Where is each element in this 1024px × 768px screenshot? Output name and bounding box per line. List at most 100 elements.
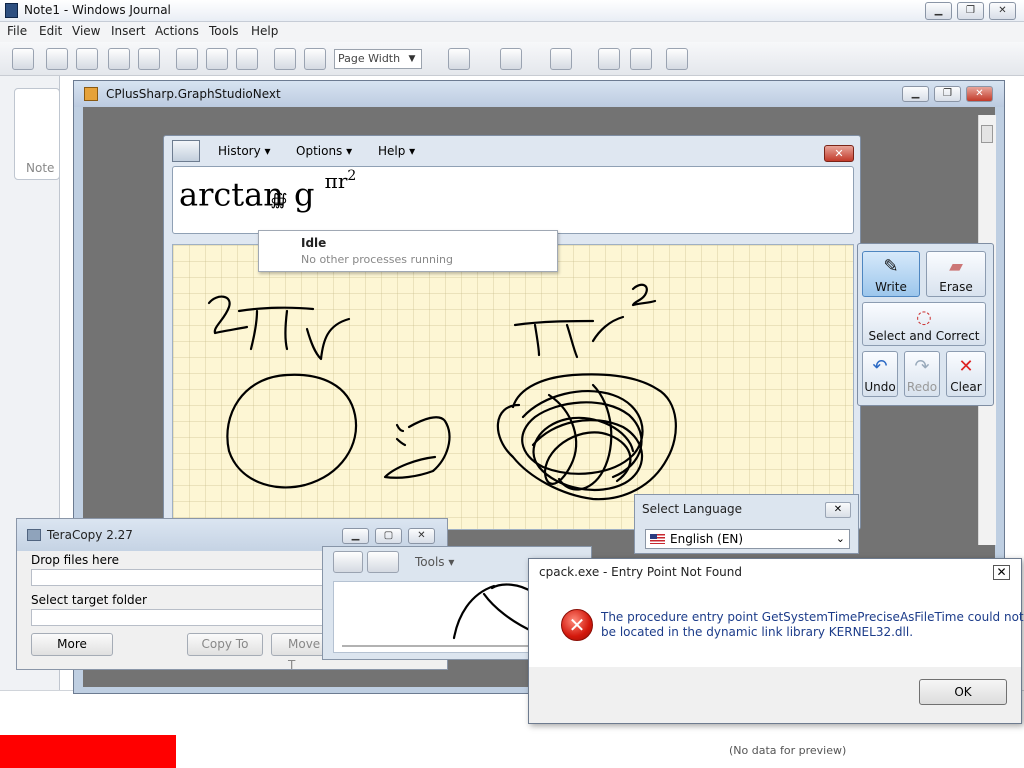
formula-sup-base: πr [324, 169, 348, 193]
menu-edit[interactable]: Edit [39, 24, 62, 38]
close-button[interactable]: ✕ [989, 2, 1016, 20]
erase-label: Erase [939, 280, 973, 294]
teracopy-maximize-button[interactable]: ▢ [375, 528, 402, 544]
error-dialog-title: cpack.exe - Entry Point Not Found [539, 565, 743, 579]
preview-empty-text: (No data for preview) [729, 744, 847, 757]
red-panel [0, 735, 176, 768]
status-popup: Idle No other processes running [258, 230, 558, 272]
menu-options[interactable]: Options ▾ [296, 144, 352, 158]
clear-x-icon: ✕ [958, 356, 974, 377]
select-correct-label: Select and Correct [868, 329, 980, 343]
formula-text: arctan g πr2 ∰ [179, 168, 356, 214]
pen-tools-menu[interactable]: Tools ▾ [415, 555, 454, 569]
menu-view[interactable]: View [72, 24, 100, 38]
journal-titlebar: Note1 - Windows Journal ▁ ❐ ✕ [0, 0, 1024, 22]
cut-icon[interactable] [176, 48, 198, 70]
undo-label: Undo [864, 380, 896, 394]
keyboard-icon[interactable] [367, 551, 399, 573]
formula-preview: arctan g πr2 ∰ [172, 166, 854, 234]
zoom-select-value: Page Width [338, 52, 401, 65]
error-message-line1: The procedure entry point GetSystemTimeP… [601, 610, 1024, 624]
menu-file[interactable]: File [7, 24, 27, 38]
formula-subscript: ∰ [270, 189, 288, 209]
erase-button[interactable]: ▰ Erase [926, 251, 986, 297]
graphstudio-icon [84, 87, 98, 101]
journal-scroll-thumb[interactable] [981, 125, 993, 143]
paste-icon[interactable] [236, 48, 258, 70]
eraser-icon[interactable] [550, 48, 572, 70]
handwriting-strokes [207, 283, 677, 501]
handwriting-pad-icon[interactable] [333, 551, 363, 573]
error-icon: ✕ [561, 609, 593, 641]
graphstudio-minimize-button[interactable]: ▁ [902, 86, 929, 102]
journal-app-icon [5, 3, 18, 18]
more-button[interactable]: More [31, 633, 113, 656]
error-dialog: cpack.exe - Entry Point Not Found ✕ ✕ Th… [528, 558, 1024, 724]
pen-icon[interactable] [448, 48, 470, 70]
undo-button[interactable]: ↶ Undo [862, 351, 898, 397]
chevron-down-icon: ▼ [408, 54, 416, 64]
formula-sup-exponent: 2 [347, 168, 357, 184]
math-input-panel: History ▾ Options ▾ Help ▾ ✕ arctan g πr… [163, 135, 861, 530]
graphstudio-close-button[interactable]: ✕ [966, 86, 993, 102]
handwriting-area[interactable] [172, 244, 854, 530]
formula-main: arctan g [179, 175, 315, 214]
note-thumbnail-label: Note [26, 161, 55, 175]
write-button[interactable]: ✎ Write [862, 251, 920, 297]
write-label: Write [875, 280, 907, 294]
redo-arrow-icon: ↷ [914, 356, 930, 377]
teracopy-close-button[interactable]: ✕ [408, 528, 435, 544]
clear-button[interactable]: ✕ Clear [946, 351, 986, 397]
math-tools-panel: ✎ Write ▰ Erase ◌ Select and Correct ↶ U… [857, 243, 994, 406]
lasso-icon[interactable] [598, 48, 620, 70]
menu-help[interactable]: Help [251, 24, 278, 38]
redo-button[interactable]: ↷ Redo [904, 351, 940, 397]
zoom-select[interactable]: Page Width ▼ [334, 49, 422, 69]
lasso-icon: ◌ [916, 307, 932, 328]
save-icon[interactable] [76, 48, 98, 70]
language-select[interactable]: English (EN) ⌄ [645, 529, 850, 549]
find-icon[interactable] [138, 48, 160, 70]
ok-button[interactable]: OK [919, 679, 1007, 705]
journal-toolbar: Page Width ▼ [0, 42, 1024, 76]
redo-label: Redo [906, 380, 938, 394]
insert-space-icon[interactable] [630, 48, 652, 70]
minimize-button[interactable]: ▁ [925, 2, 952, 20]
target-folder-label: Select target folder [31, 593, 147, 607]
restore-button[interactable]: ❐ [957, 2, 984, 20]
copy-to-button[interactable]: Copy To [187, 633, 263, 656]
undo-icon[interactable] [274, 48, 296, 70]
new-note-icon[interactable] [12, 48, 34, 70]
teracopy-title: TeraCopy 2.27 [47, 528, 133, 542]
menu-help-math[interactable]: Help ▾ [378, 144, 415, 158]
target-folder-field[interactable] [31, 609, 331, 626]
graphstudio-title: CPlusSharp.GraphStudioNext [106, 87, 281, 101]
menu-insert[interactable]: Insert [111, 24, 145, 38]
redo-icon[interactable] [304, 48, 326, 70]
graphstudio-titlebar: CPlusSharp.GraphStudioNext ▁ ❐ ✕ [74, 81, 1004, 107]
select-language-close-button[interactable]: ✕ [825, 502, 851, 518]
flag-icon[interactable] [666, 48, 688, 70]
highlighter-icon[interactable] [500, 48, 522, 70]
send-icon[interactable] [108, 48, 130, 70]
language-select-value: English (EN) [670, 532, 744, 546]
status-popup-title: Idle [301, 236, 327, 250]
teracopy-icon [27, 529, 41, 541]
select-language-title: Select Language [642, 502, 743, 516]
math-input-close-button[interactable]: ✕ [824, 145, 854, 162]
error-dialog-titlebar: cpack.exe - Entry Point Not Found ✕ [529, 559, 1021, 587]
select-and-correct-button[interactable]: ◌ Select and Correct [862, 302, 986, 346]
graphstudio-maximize-button[interactable]: ❐ [934, 86, 961, 102]
menu-actions[interactable]: Actions [155, 24, 199, 38]
drop-files-field[interactable] [31, 569, 331, 586]
formula-superscript: πr2 [324, 168, 357, 193]
teracopy-minimize-button[interactable]: ▁ [342, 528, 369, 544]
open-icon[interactable] [46, 48, 68, 70]
chevron-down-icon: ⌄ [835, 532, 845, 545]
menu-history[interactable]: History ▾ [218, 144, 271, 158]
copy-icon[interactable] [206, 48, 228, 70]
journal-title: Note1 - Windows Journal [24, 3, 171, 17]
math-input-logo-icon [172, 140, 200, 162]
menu-tools[interactable]: Tools [209, 24, 239, 38]
error-dialog-close-button[interactable]: ✕ [993, 565, 1010, 580]
